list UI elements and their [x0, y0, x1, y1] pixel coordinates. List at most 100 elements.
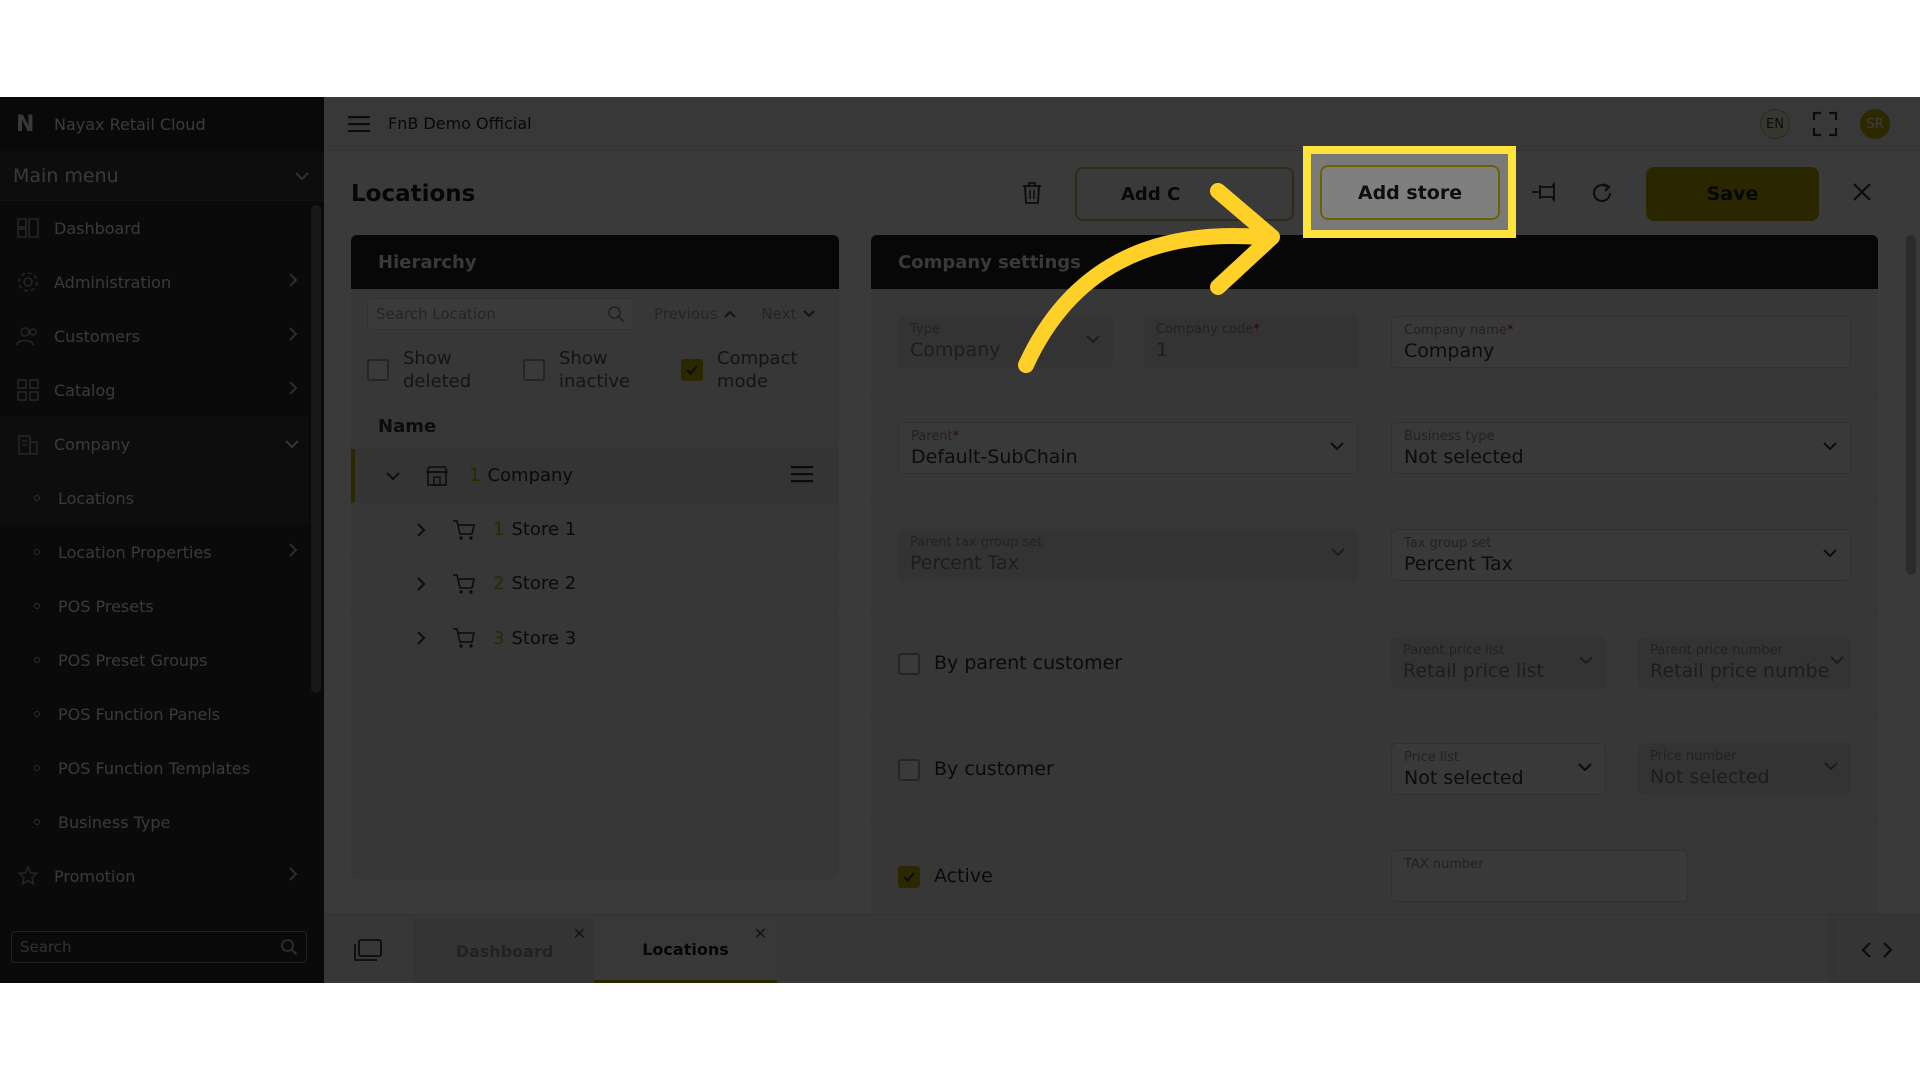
price-list-select[interactable]: Price list Not selected [1391, 743, 1606, 795]
close-icon[interactable]: ✕ [573, 924, 586, 943]
sidebar-item-label: Company [54, 434, 131, 454]
tabs-overview-icon[interactable] [354, 939, 382, 961]
show-inactive-checkbox[interactable] [523, 359, 545, 381]
location-search-input[interactable]: Search Location [367, 298, 634, 330]
hamburger-menu-icon[interactable] [348, 115, 370, 132]
by-customer-option[interactable]: By customer [898, 758, 1054, 781]
brand[interactable]: N Nayax Retail Cloud [0, 97, 324, 151]
by-parent-customer-checkbox[interactable] [898, 652, 920, 675]
company-name-label-text: Company name [1404, 323, 1507, 338]
company-name-label: Company name* [1404, 323, 1838, 340]
parent-tax-group-value: Percent Tax [910, 552, 1019, 574]
dashboard-icon [16, 216, 40, 240]
tax-group-select[interactable]: Tax group set Percent Tax [1391, 529, 1851, 581]
close-icon[interactable] [1852, 182, 1872, 202]
brand-name: Nayax Retail Cloud [54, 114, 206, 134]
tree-row-store[interactable]: 2 Store 2 [351, 557, 839, 611]
business-type-select[interactable]: Business type Not selected [1391, 422, 1851, 474]
show-deleted-checkbox[interactable] [367, 359, 389, 381]
sidebar-subitem-pos-presets[interactable]: POS Presets [0, 579, 308, 633]
sidebar-subitem-pos-function-panels[interactable]: POS Function Panels [0, 687, 308, 741]
language-switch[interactable]: EN [1760, 109, 1790, 139]
sidebar-subitem-business-type[interactable]: Business Type [0, 795, 308, 849]
chevron-right-icon[interactable] [1882, 941, 1894, 959]
name-column-header[interactable]: Name [351, 407, 839, 447]
save-button[interactable]: Save [1646, 167, 1819, 221]
user-avatar[interactable]: SR [1860, 109, 1890, 139]
bullet-icon [34, 603, 40, 609]
location-search-placeholder: Search Location [376, 305, 496, 323]
parent-label-text: Parent [911, 429, 953, 444]
tree-number: 3 [493, 627, 505, 649]
chevron-right-icon[interactable] [416, 522, 426, 538]
chevron-right-icon [289, 543, 298, 557]
by-customer-checkbox[interactable] [898, 758, 920, 781]
parent-price-number-select[interactable]: Parent price number Retail price numbe [1638, 637, 1851, 689]
sidebar-item-dashboard[interactable]: Dashboard [0, 201, 308, 255]
main-menu-toggle[interactable]: Main menu [0, 151, 324, 201]
tab-locations[interactable]: Locations ✕ [594, 918, 777, 983]
next-label: Next [761, 305, 797, 323]
sidebar-subitem-pos-function-templates[interactable]: POS Function Templates [0, 741, 308, 795]
tax-group-label: Tax group set [1404, 536, 1492, 551]
chevron-right-icon[interactable] [416, 576, 426, 592]
show-deleted-option[interactable]: Show deleted [367, 347, 523, 393]
sidebar-item-catalog[interactable]: Catalog [0, 363, 308, 417]
sidebar: N Nayax Retail Cloud Main menu Dashboard… [0, 97, 324, 983]
grid-icon [16, 378, 40, 402]
chevron-down-icon [1824, 762, 1838, 771]
tax-number-field[interactable]: TAX number [1391, 850, 1688, 902]
chevron-right-icon[interactable] [416, 630, 426, 646]
sidebar-item-company[interactable]: Company [0, 417, 308, 471]
hierarchy-filters: Show deleted Show inactive Compact mode [367, 345, 823, 395]
price-number-select[interactable]: Price number Not selected [1638, 743, 1851, 795]
pin-icon[interactable] [1530, 181, 1558, 203]
active-checkbox[interactable] [898, 865, 920, 888]
compact-mode-option[interactable]: Compact mode [681, 347, 817, 393]
fullscreen-icon[interactable] [1812, 111, 1838, 137]
tab-scroll-controls [1834, 915, 1920, 983]
sidebar-item-promotion[interactable]: Promotion [0, 849, 308, 903]
sidebar-item-administration[interactable]: Administration [0, 255, 308, 309]
previous-button[interactable]: Previous [654, 305, 737, 323]
sidebar-item-label: POS Preset Groups [58, 650, 208, 670]
parent-tax-group-select[interactable]: Parent tax group set Percent Tax [898, 529, 1358, 581]
show-inactive-option[interactable]: Show inactive [523, 347, 681, 393]
tab-dashboard[interactable]: Dashboard ✕ [413, 918, 596, 983]
chevron-right-icon [289, 327, 298, 341]
required-marker: * [1506, 323, 1514, 338]
sidebar-search-input[interactable]: Search [11, 931, 307, 963]
price-list-value: Not selected [1404, 767, 1524, 789]
tree-row-company[interactable]: 1 Company [351, 449, 839, 503]
sidebar-subitem-location-properties[interactable]: Location Properties [0, 525, 308, 579]
close-icon[interactable]: ✕ [754, 924, 767, 943]
chevron-down-icon[interactable] [385, 471, 401, 481]
sidebar-scrollbar[interactable] [311, 205, 321, 693]
tree-row-store[interactable]: 3 Store 3 [351, 611, 839, 665]
company-name-field[interactable]: Company name* Company [1391, 316, 1851, 368]
sidebar-subitem-locations[interactable]: Locations [0, 471, 308, 525]
tree-row-store[interactable]: 1 Store 1 [351, 503, 839, 557]
sidebar-subitem-pos-preset-groups[interactable]: POS Preset Groups [0, 633, 308, 687]
organization-name[interactable]: FnB Demo Official [388, 114, 532, 133]
star-icon [16, 864, 40, 888]
chevron-up-icon [724, 310, 737, 318]
compact-mode-checkbox[interactable] [681, 359, 703, 381]
bottom-tab-bar: Dashboard ✕ Locations ✕ [324, 914, 1920, 983]
content-scrollbar[interactable] [1906, 235, 1916, 575]
sidebar-item-label: Customers [54, 326, 141, 346]
sidebar-item-label: Dashboard [54, 218, 141, 238]
tree-label: Store 1 [511, 519, 577, 540]
bullet-icon [34, 657, 40, 663]
refresh-icon[interactable] [1590, 181, 1614, 205]
chevron-down-icon [1331, 548, 1345, 557]
by-parent-customer-option[interactable]: By parent customer [898, 652, 1122, 675]
highlight-frame [1303, 146, 1516, 238]
chevron-left-icon[interactable] [1860, 941, 1872, 959]
sidebar-item-label: POS Function Templates [58, 758, 250, 778]
row-menu-icon[interactable] [791, 465, 813, 483]
parent-price-list-select[interactable]: Parent price list Retail price list [1391, 637, 1606, 689]
active-option[interactable]: Active [898, 865, 993, 888]
next-button[interactable]: Next [761, 305, 816, 323]
sidebar-item-customers[interactable]: Customers [0, 309, 308, 363]
